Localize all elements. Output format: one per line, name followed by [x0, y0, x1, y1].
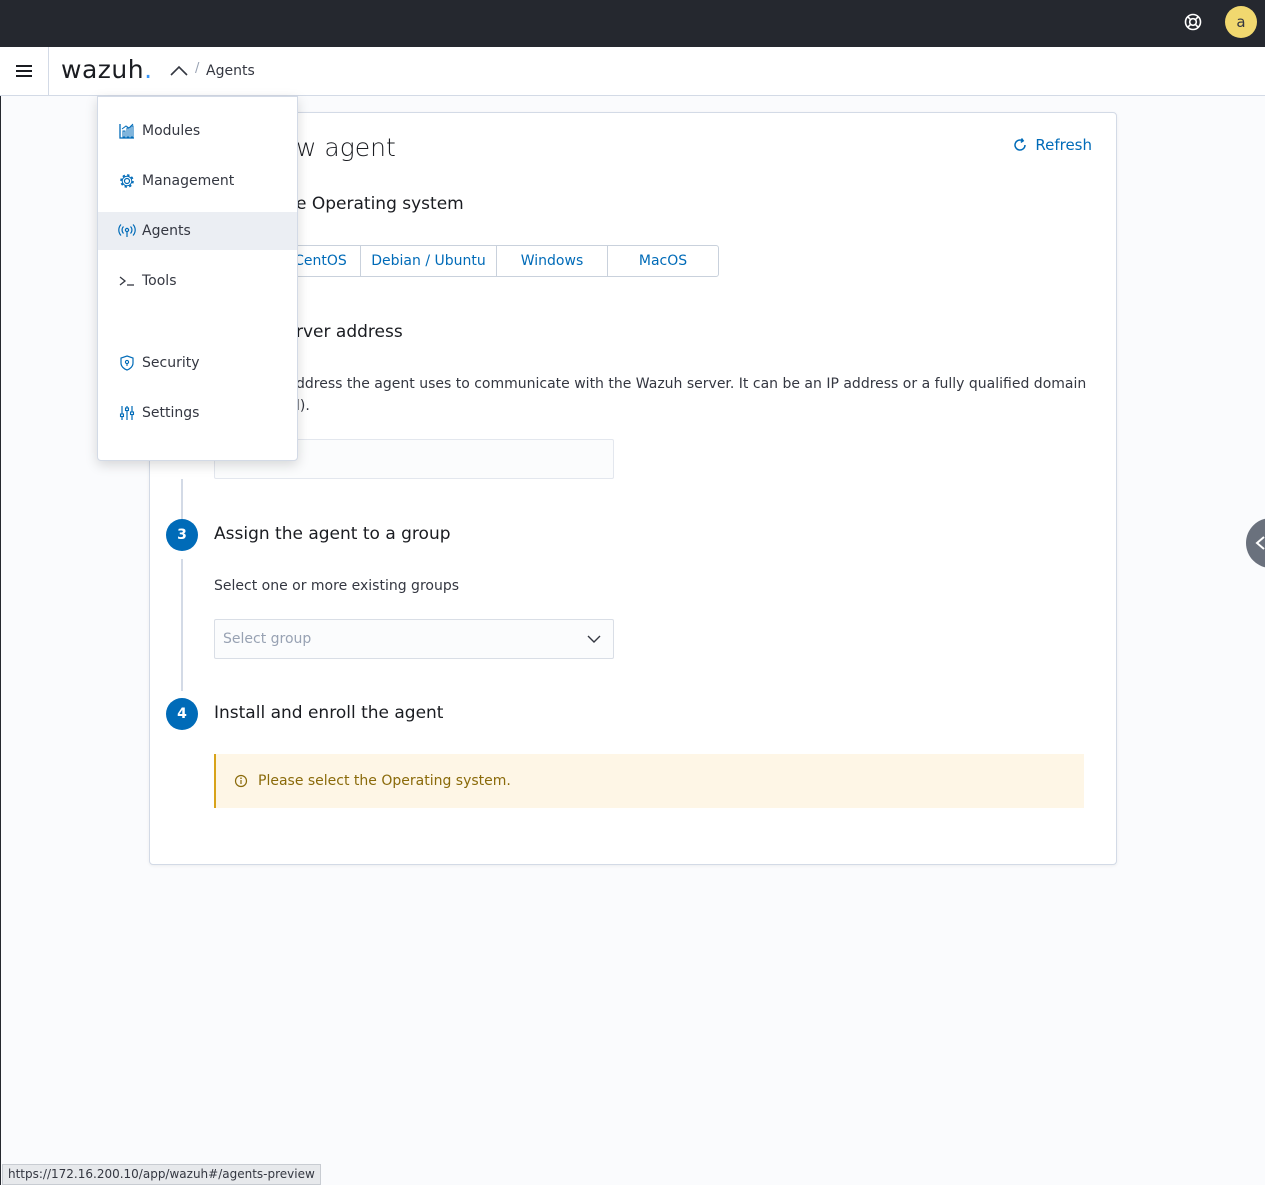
step-4-title: Install and enroll the agent [214, 703, 444, 723]
menu-item-agents[interactable]: Agents [98, 212, 297, 250]
sliders-icon [119, 406, 135, 420]
callout-text: Please select the Operating system. [258, 773, 511, 789]
app-header: wazuh. / Agents [0, 47, 1265, 96]
side-panel-toggle[interactable] [1246, 518, 1265, 568]
user-avatar[interactable]: a [1225, 6, 1257, 38]
os-option-macos[interactable]: MacOS [608, 246, 718, 276]
hamburger-menu-icon[interactable] [14, 61, 36, 81]
step-3-badge: 3 [166, 519, 198, 551]
menu-item-settings[interactable]: Settings [98, 394, 297, 432]
group-select-placeholder: Select group [223, 631, 312, 647]
window-edge [0, 96, 1, 1185]
info-icon [234, 774, 248, 788]
chevron-left-icon [1255, 536, 1265, 550]
group-select[interactable]: Select group [214, 619, 614, 659]
menu-item-label: Tools [142, 273, 177, 289]
warning-callout: Please select the Operating system. [214, 754, 1084, 808]
refresh-label: Refresh [1035, 136, 1092, 154]
server-desc-line-1: ddress the agent uses to communicate wit… [296, 376, 1087, 392]
group-description: Select one or more existing groups [214, 578, 460, 594]
menu-item-label: Settings [142, 405, 200, 421]
page-title: w agent [296, 133, 396, 162]
os-option-debian-ubuntu[interactable]: Debian / Ubuntu [361, 246, 497, 276]
server-address-description: ddress the agent uses to communicate wit… [296, 373, 1116, 417]
menu-item-label: Modules [142, 123, 201, 139]
step-4-badge: 4 [166, 698, 198, 730]
broadcast-icon [118, 224, 136, 237]
os-button-group: CentOS Debian / Ubuntu Windows MacOS [280, 245, 719, 277]
chevron-up-icon[interactable] [169, 63, 189, 79]
step-2-title: rver address [296, 322, 403, 342]
wazuh-menu-dropdown: Modules Management Agents Tools Security… [97, 96, 298, 461]
os-option-windows[interactable]: Windows [497, 246, 608, 276]
logo-dot: . [144, 55, 153, 84]
menu-item-label: Management [142, 173, 235, 189]
header-divider [48, 47, 49, 95]
top-bar: a [0, 0, 1265, 47]
server-desc-line-2: l). [296, 398, 310, 414]
step-connector-line [181, 479, 183, 523]
gear-icon [120, 174, 134, 188]
step-3-title: Assign the agent to a group [214, 524, 451, 544]
browser-status-url: https://172.16.200.10/app/wazuh#/agents-… [2, 1164, 321, 1185]
shield-icon [120, 355, 134, 371]
help-lifebuoy-icon[interactable] [1183, 12, 1203, 32]
menu-item-label: Security [142, 355, 200, 371]
step-1-title: e Operating system [296, 194, 464, 214]
menu-item-tools[interactable]: Tools [98, 262, 297, 300]
logo-text: wazuh [61, 55, 145, 84]
wazuh-logo[interactable]: wazuh. [61, 55, 153, 84]
chevron-down-icon [587, 635, 601, 643]
breadcrumb-agents: Agents [206, 63, 255, 79]
step-connector-line [181, 559, 183, 691]
refresh-button[interactable]: Refresh [1012, 136, 1092, 154]
menu-item-management[interactable]: Management [98, 162, 297, 200]
menu-item-security[interactable]: Security [98, 344, 297, 382]
menu-item-modules[interactable]: Modules [98, 112, 297, 150]
breadcrumb-separator: / [195, 61, 200, 76]
menu-item-label: Agents [142, 223, 191, 239]
modules-chart-icon [119, 123, 134, 139]
refresh-icon [1014, 138, 1027, 151]
terminal-prompt-icon [119, 276, 134, 286]
